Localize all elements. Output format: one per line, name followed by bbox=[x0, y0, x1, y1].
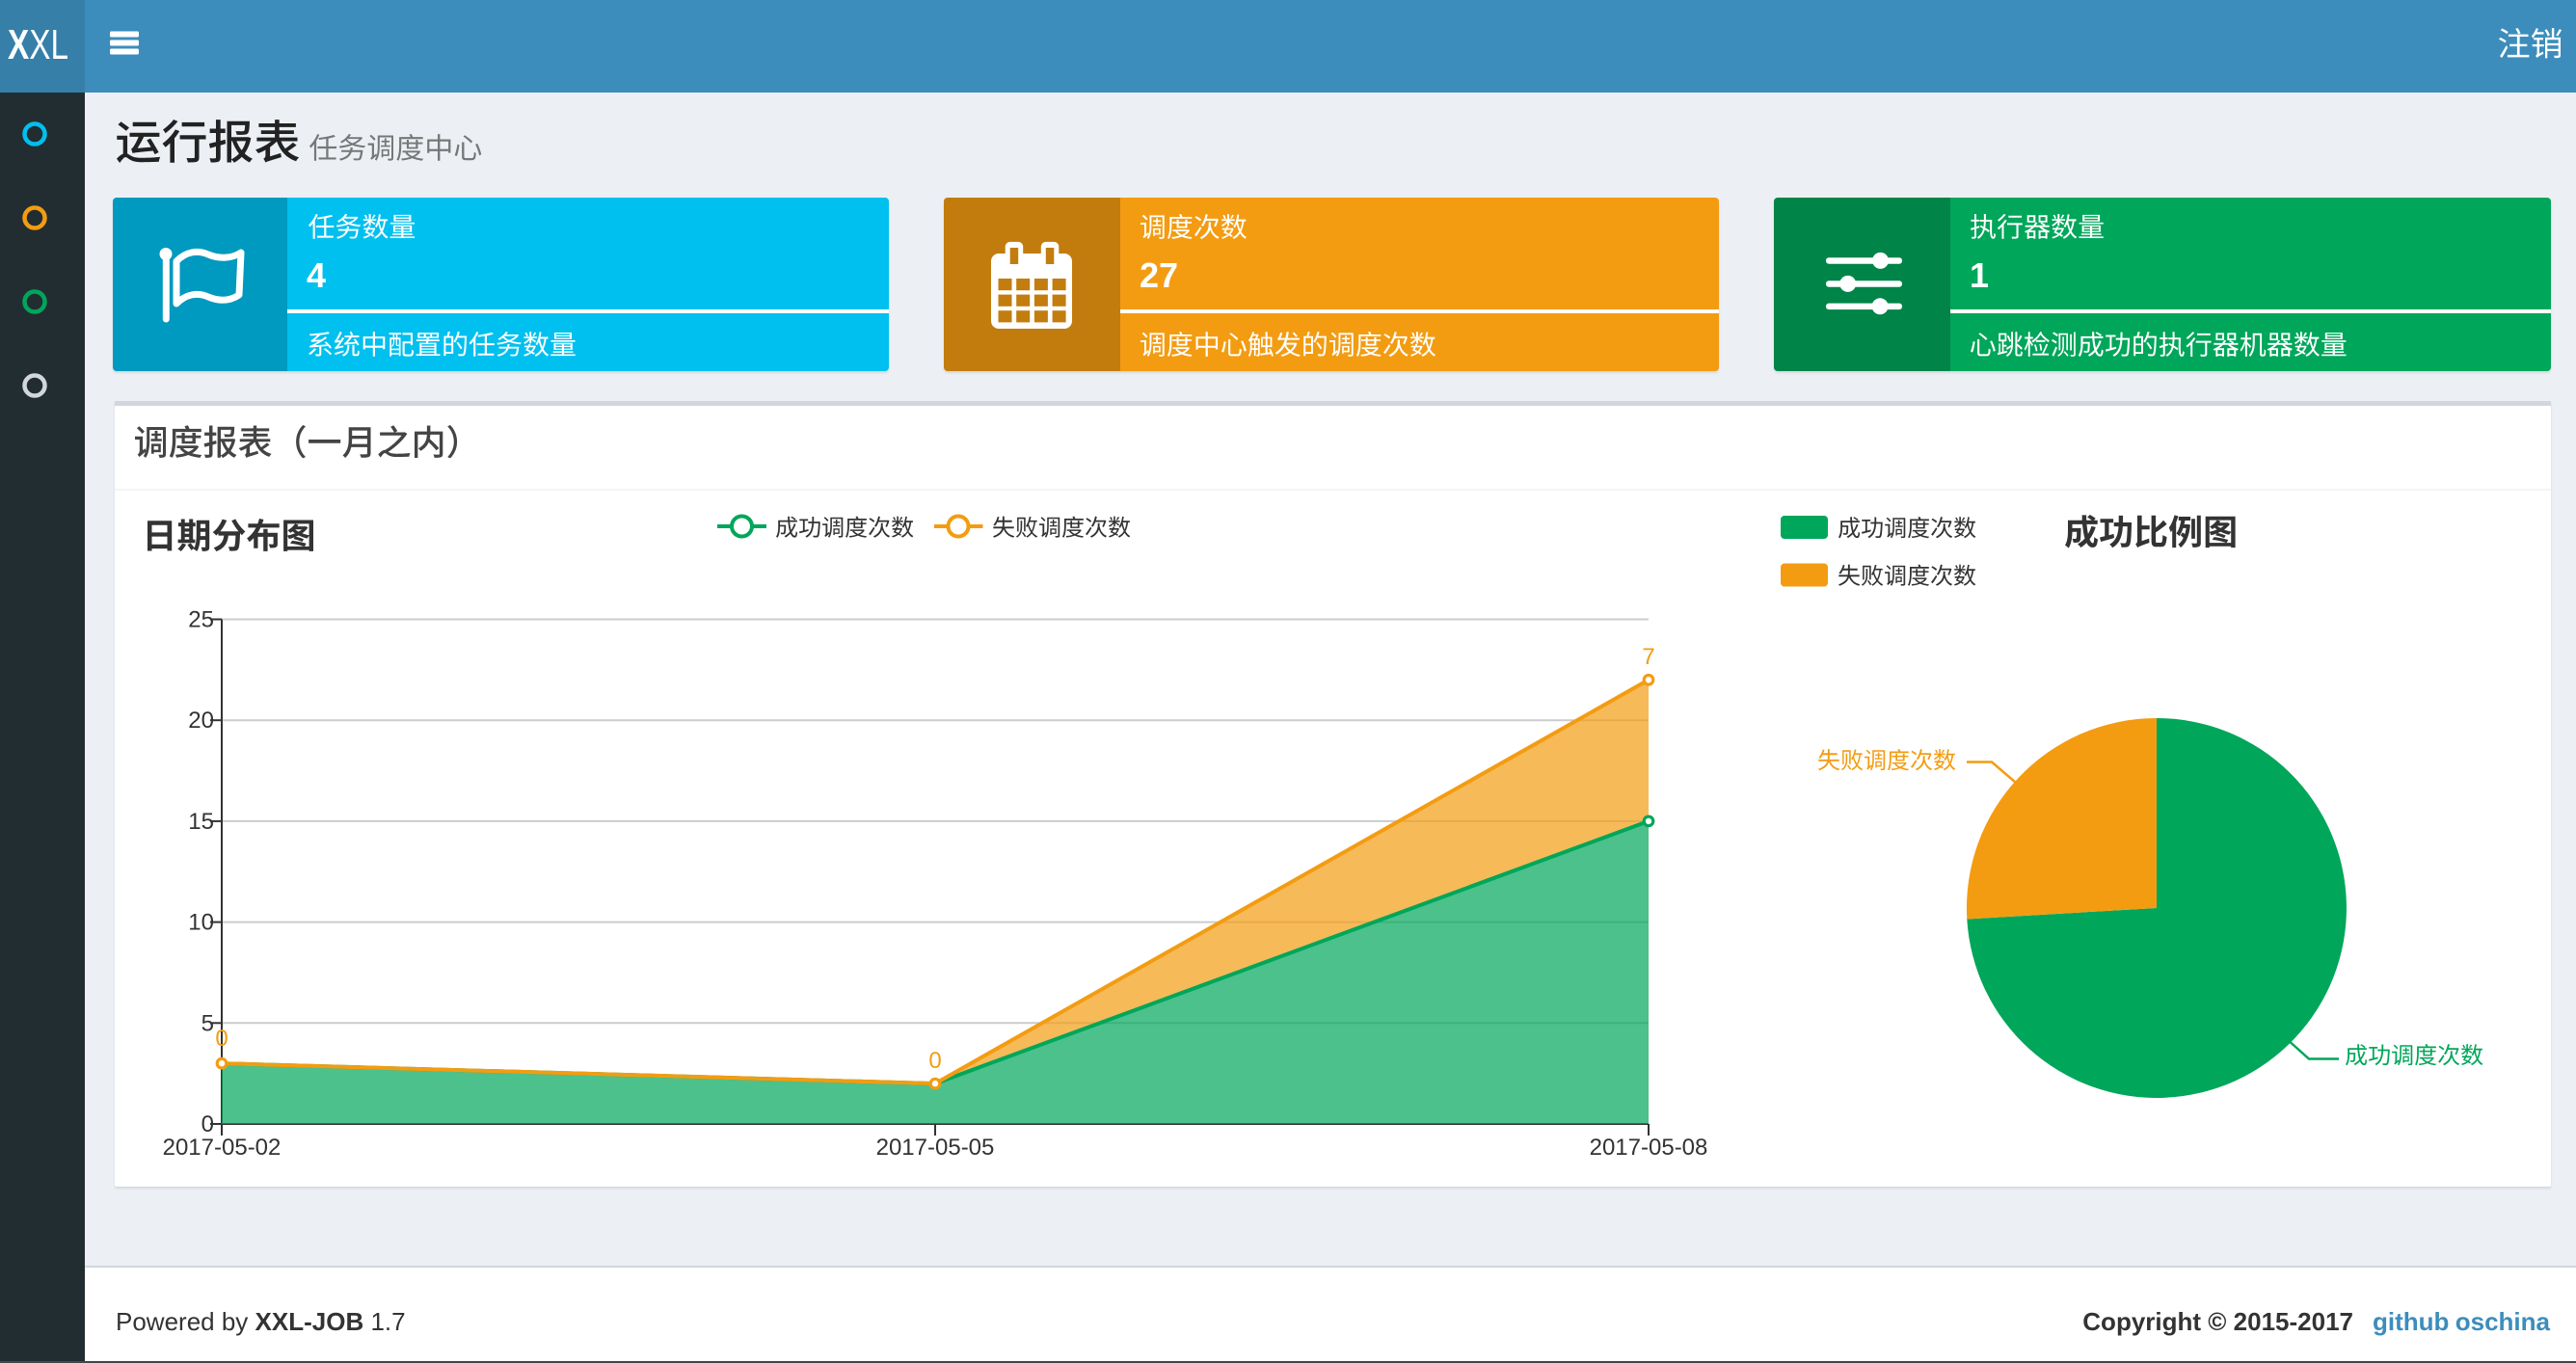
svg-text:27: 27 bbox=[1140, 255, 1178, 295]
svg-text:2017-05-08: 2017-05-08 bbox=[1590, 1135, 1708, 1161]
svg-text:0: 0 bbox=[201, 1111, 214, 1137]
svg-text:0: 0 bbox=[215, 1026, 228, 1052]
svg-text:2017-05-05: 2017-05-05 bbox=[876, 1135, 995, 1161]
svg-text:20: 20 bbox=[188, 708, 214, 734]
svg-text:2017-05-02: 2017-05-02 bbox=[163, 1135, 282, 1161]
svg-text:5: 5 bbox=[201, 1010, 214, 1036]
svg-text:Copyright © 2015-2017: Copyright © 2015-2017 bbox=[2082, 1307, 2353, 1336]
svg-text:7: 7 bbox=[1642, 644, 1654, 670]
svg-text:0: 0 bbox=[928, 1048, 941, 1074]
svg-text:1: 1 bbox=[1970, 255, 1989, 295]
svg-text:XXL: XXL bbox=[8, 21, 68, 68]
svg-text:15: 15 bbox=[188, 809, 214, 835]
svg-text:github: github bbox=[2373, 1307, 2449, 1336]
svg-text:Powered by XXL-JOB 1.7: Powered by XXL-JOB 1.7 bbox=[116, 1307, 406, 1336]
svg-text:4: 4 bbox=[307, 255, 326, 295]
svg-text:25: 25 bbox=[188, 607, 214, 633]
svg-text:oschina: oschina bbox=[2455, 1307, 2551, 1336]
svg-text:10: 10 bbox=[188, 910, 214, 936]
